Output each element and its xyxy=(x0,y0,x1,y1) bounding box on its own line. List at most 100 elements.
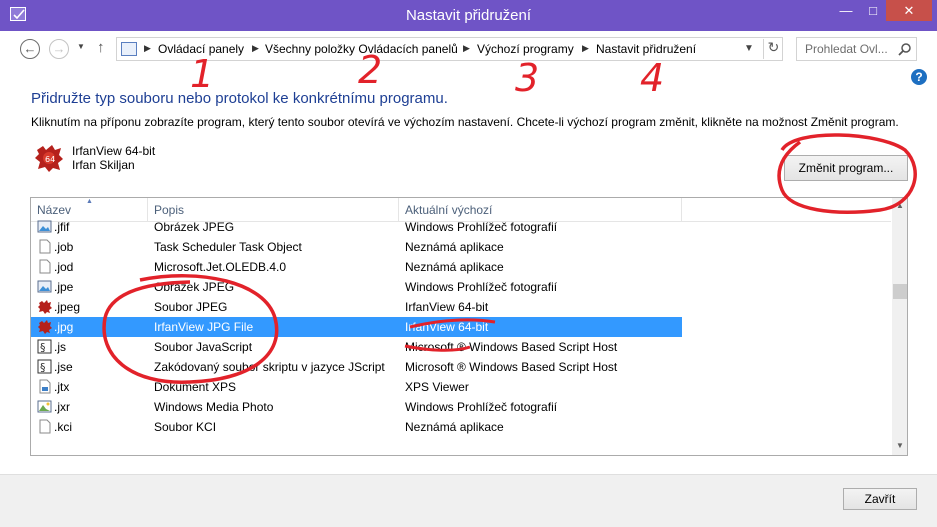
current-default-program: XPS Viewer xyxy=(405,380,469,394)
current-default-program: Neznámá aplikace xyxy=(405,260,504,274)
recent-locations-dropdown[interactable]: ▼ xyxy=(77,42,85,51)
svg-text:§: § xyxy=(40,341,46,354)
close-window-button[interactable]: ✕ xyxy=(886,0,932,21)
breadcrumb-set-associations[interactable]: Nastavit přidružení xyxy=(596,42,696,56)
irfanview-icon xyxy=(38,300,52,314)
chevron-right-icon[interactable]: ▶ xyxy=(144,43,151,54)
current-default-program: IrfanView 64-bit xyxy=(405,320,489,334)
file-extension: .jse xyxy=(54,360,73,374)
script-icon: § xyxy=(37,339,52,354)
address-bar[interactable]: ▶ Ovládací panely ▶ Všechny položky Ovlá… xyxy=(116,37,783,61)
list-item[interactable]: § .jse Zakódovaný soubor skriptu v jazyce … xyxy=(31,357,682,377)
file-extension: .jpeg xyxy=(54,300,81,314)
current-default-program: Neznámá aplikace xyxy=(405,240,504,254)
program-company: Irfan Skiljan xyxy=(72,158,135,172)
program-name: IrfanView 64-bit xyxy=(72,144,156,158)
annotation-number-2: 2 xyxy=(358,48,383,92)
list-item[interactable]: .jpeg Soubor JPEG IrfanView 64-bit xyxy=(31,297,682,317)
file-extension: .job xyxy=(54,240,74,254)
file-extension: .jpg xyxy=(54,320,74,334)
media-photo-icon xyxy=(37,400,52,413)
file-description: Dokument XPS xyxy=(154,380,237,394)
column-header-name[interactable]: Název xyxy=(37,203,71,217)
file-description: IrfanView JPG File xyxy=(154,320,254,334)
file-type-list[interactable]: Název ▲ Popis Aktuální výchozí .jfif Obrá… xyxy=(30,197,908,456)
forward-button[interactable]: → xyxy=(49,39,69,59)
list-item[interactable]: .jpg IrfanView JPG File IrfanView 64-bit xyxy=(31,317,682,337)
file-description: Zakódovaný soubor skriptu v jazyce JScri… xyxy=(154,360,385,374)
file-description: Soubor JavaScript xyxy=(154,340,253,354)
annotation-number-3: 3 xyxy=(515,56,540,100)
chevron-right-icon[interactable]: ▶ xyxy=(582,43,589,54)
file-description: Obrázek JPEG xyxy=(154,220,235,234)
minimize-button[interactable]: — xyxy=(832,0,860,21)
file-extension: .jod xyxy=(54,260,74,274)
column-header-description[interactable]: Popis xyxy=(154,203,184,217)
list-item[interactable]: .jtx Dokument XPS XPS Viewer xyxy=(31,377,682,397)
chevron-down-icon[interactable]: ▼ xyxy=(744,43,754,54)
chevron-right-icon[interactable]: ▶ xyxy=(463,43,470,54)
current-default-program: Windows Prohlížeč fotografií xyxy=(405,280,558,294)
window-title: Nastavit přidružení xyxy=(405,7,532,24)
xps-icon xyxy=(39,379,51,394)
back-button[interactable]: ← xyxy=(20,39,40,59)
search-box[interactable]: Prohledat Ovl... xyxy=(796,37,917,61)
list-item[interactable]: .job Task Scheduler Task Object Neznámá ap… xyxy=(31,237,682,257)
list-item[interactable]: .jfif Obrázek JPEG Windows Prohlížeč fotog… xyxy=(31,217,682,237)
page-heading: Přidružte typ souboru nebo protokol ke k… xyxy=(31,90,448,107)
change-program-button[interactable]: Změnit program... xyxy=(784,155,908,181)
footer: Zavřít xyxy=(0,474,937,527)
current-default-program: Windows Prohlížeč fotografií xyxy=(405,220,558,234)
file-description: Microsoft.Jet.OLEDB.4.0 xyxy=(154,260,287,274)
help-icon[interactable]: ? xyxy=(911,69,927,85)
column-header-current-default[interactable]: Aktuální výchozí xyxy=(405,203,492,217)
photo-icon xyxy=(37,280,52,293)
annotation-number-4: 4 xyxy=(640,56,665,100)
scroll-down-icon[interactable]: ▼ xyxy=(896,441,904,450)
vertical-scrollbar[interactable]: ▲ ▼ xyxy=(892,198,907,455)
svg-text:§: § xyxy=(40,361,46,374)
blank-file-icon xyxy=(39,419,51,434)
file-description: Obrázek JPEG xyxy=(154,280,235,294)
script-icon: § xyxy=(37,359,52,374)
up-button[interactable]: ↑ xyxy=(97,39,105,56)
file-description: Task Scheduler Task Object xyxy=(154,240,302,254)
search-icon[interactable] xyxy=(897,42,913,58)
file-extension: .jpe xyxy=(54,280,74,294)
current-default-program: Microsoft ® Windows Based Script Host xyxy=(405,360,618,374)
file-description: Windows Media Photo xyxy=(154,400,274,414)
page-description: Kliknutím na příponu zobrazíte program, … xyxy=(31,115,899,129)
list-item[interactable]: .jod Microsoft.Jet.OLEDB.4.0 Neznámá aplik… xyxy=(31,257,682,277)
navigation-bar: ← → ▼ ↑ ▶ Ovládací panely ▶ Všechny polo… xyxy=(0,31,937,67)
search-placeholder: Prohledat Ovl... xyxy=(805,42,888,56)
file-extension: .kci xyxy=(54,420,72,434)
scroll-up-icon[interactable]: ▲ xyxy=(896,201,904,210)
annotation-number-1: 1 xyxy=(190,52,215,96)
file-extension: .js xyxy=(54,340,66,354)
list-item[interactable]: § .js Soubor JavaScript Microsoft ® Windows… xyxy=(31,337,682,357)
current-default-program: IrfanView 64-bit xyxy=(405,300,489,314)
list-item[interactable]: .jpe Obrázek JPEG Windows Prohlížeč fotogr… xyxy=(31,277,682,297)
irfanview-program-icon: 64 xyxy=(35,145,63,172)
current-default-program: Neznámá aplikace xyxy=(405,420,504,434)
list-item[interactable]: .kci Soubor KCI Neznámá aplikace xyxy=(31,417,682,437)
file-description: Soubor JPEG xyxy=(154,300,228,314)
breadcrumb-default-programs[interactable]: Výchozí programy xyxy=(477,42,574,56)
scrollbar-thumb[interactable] xyxy=(893,284,907,299)
file-extension: .jxr xyxy=(54,400,70,414)
file-description: Soubor KCI xyxy=(154,420,217,434)
blank-file-icon xyxy=(39,239,51,254)
maximize-button[interactable]: □ xyxy=(860,0,886,21)
file-extension: .jtx xyxy=(54,380,70,394)
close-button[interactable]: Zavřít xyxy=(843,488,917,510)
control-panel-icon xyxy=(121,42,137,56)
photo-icon xyxy=(37,220,52,233)
current-default-program: Windows Prohlížeč fotografií xyxy=(405,400,558,414)
chevron-right-icon[interactable]: ▶ xyxy=(252,43,259,54)
title-bar: Nastavit přidružení — □ ✕ xyxy=(0,0,937,31)
sort-ascending-icon: ▲ xyxy=(86,198,93,205)
refresh-icon[interactable]: ↻ xyxy=(763,39,783,59)
irfanview-icon xyxy=(38,320,52,334)
list-item[interactable]: .jxr Windows Media Photo Windows Prohlížeč… xyxy=(31,397,682,417)
blank-file-icon xyxy=(39,259,51,274)
